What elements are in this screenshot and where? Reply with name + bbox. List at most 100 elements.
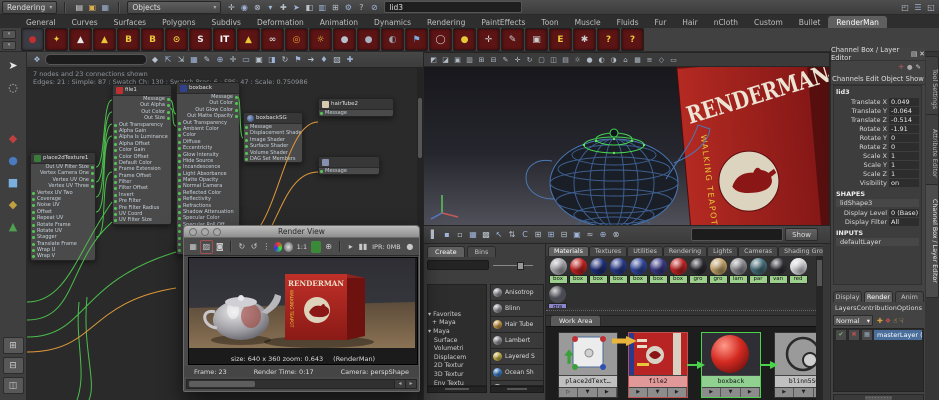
move-layer-up-icon[interactable]: ☝ [893,317,897,325]
viewport-toolbar-icon[interactable]: ▭ [668,54,679,65]
node-editor-toolbar-icon[interactable]: ➔ [305,54,317,66]
hypershade-toolbar-icon[interactable]: ⊟ [558,229,570,241]
snap-icon[interactable]: ? [355,1,367,13]
snap-icon[interactable]: ✚ [277,1,289,13]
shelf-tab[interactable]: Surfaces [106,16,154,28]
selection-mask-selector[interactable]: Objects▾ [127,1,221,14]
shelf-icon[interactable]: ● [21,28,44,51]
rgb-channels-icon[interactable] [274,242,283,252]
channel-value-field[interactable]: 0 (Base) [889,209,919,217]
browser-tab[interactable]: Textures [589,246,627,256]
node-editor-toolbar-icon[interactable]: ⚑ [292,54,304,66]
layer-editor-tab[interactable]: Display [833,291,862,302]
channel-name[interactable]: Translate X [836,98,889,106]
node-editor-toolbar-icon[interactable]: ⊕ [214,54,226,66]
shelf-tab[interactable]: Subdivs [203,16,248,28]
shelf-icon[interactable]: ◐ [381,28,404,51]
work-node-place2d[interactable]: place2dText… ▷▼▶ [558,332,618,398]
hypershade-toolbar-icon[interactable]: ⊕ [597,229,609,241]
quick-select-icon[interactable]: ◆ [4,195,22,213]
tool-icon[interactable]: ◌ [4,78,22,96]
render-view-hscrollbar[interactable]: ◂ ▸ [186,379,417,389]
shelf-tab[interactable]: General [18,16,64,28]
node-misc[interactable]: Message [318,156,380,175]
shelf-tab[interactable]: Toon [533,16,566,28]
hypershade-toolbar-icon[interactable]: ⊞ [532,229,544,241]
snap-icon[interactable]: ◉ [238,1,250,13]
shelf-tab[interactable]: Bullet [791,16,829,28]
browser-tab[interactable]: Rendering [663,246,707,256]
shelf-icon[interactable]: ● [453,28,476,51]
scroll-right-icon[interactable]: ▸ [405,380,416,388]
viewport-toolbar-icon[interactable]: ✛ [512,54,523,65]
expand-left-icon[interactable]: ▷ [559,388,578,397]
hypershade-toolbar-icon[interactable]: ▣ [571,229,583,241]
viewport-toolbar-icon[interactable]: ⌂ [620,54,631,65]
viewport-toolbar-icon[interactable]: ▣ [452,54,463,65]
expand-right-icon[interactable]: ▶ [598,388,617,397]
channel-value-field[interactable]: All [889,218,919,226]
shelf-tab[interactable]: PaintEffects [473,16,533,28]
browser-tab[interactable]: Utilities [627,246,663,256]
membership-toggle[interactable]: ▦ [861,329,873,341]
snap-icon[interactable]: ⊞ [329,1,341,13]
node-editor-toolbar-icon[interactable]: ◨ [266,54,278,66]
pause-ipr-icon[interactable]: ▮▮ [358,241,368,253]
tree-hscrollbar[interactable] [427,386,487,393]
channel-name[interactable]: Translate Z [836,116,889,124]
channel-name[interactable]: Translate Y [836,107,889,115]
shape-name[interactable]: lidShape3 [836,199,919,207]
viewport-toolbar-icon[interactable]: ↻ [524,54,535,65]
layer-editor-menu[interactable]: Options [897,304,922,312]
create-filter-input[interactable] [427,260,489,270]
renderman-box[interactable]: RENDERMAN WALKING TEAPOT 100% Artificial [676,67,829,225]
perspective-viewport[interactable]: ◩◪▣▥⊞⊟✎✛↻▢◫▤☼●◐◑⌂▦≡◇▭ RENDERMAN WALKING … [423,52,830,226]
shelf-icon[interactable]: B [117,28,140,51]
hypershade-toolbar-icon[interactable]: C [519,229,531,241]
create-tree-item[interactable]: 3D Textur [428,371,486,380]
snap-icon[interactable]: ⊘ [368,1,380,13]
material-swatch[interactable]: van [769,258,788,284]
shelf-tab[interactable]: Hair [674,16,705,28]
expand-left-icon[interactable]: ▶ [702,388,721,397]
work-area[interactable]: place2dText… ▷▼▶ file2 [546,326,816,400]
channel-value-field[interactable]: 1 [889,161,919,169]
viewport-toolbar-icon[interactable]: ▢ [536,54,547,65]
channel-name[interactable]: Scale Z [836,170,889,178]
material-swatch[interactable]: box [569,258,588,284]
channel-value-field[interactable]: 1 [889,170,919,178]
layer-editor-menu[interactable]: Contribution [857,304,897,312]
shelf-icon[interactable]: ◯ [429,28,452,51]
node-editor-toolbar-icon[interactable]: ▦ [188,54,200,66]
redo-render-icon[interactable]: ↻ [237,241,247,253]
work-node-file2[interactable]: file2 ▶▼▶ [628,332,688,398]
material-swatch-selected[interactable]: gra [548,286,567,308]
snap-icon[interactable]: ⚙ [342,1,354,13]
quick-select-icon[interactable]: ▲ [4,217,22,235]
panel-toggle-icon[interactable]: ◰ [899,1,911,13]
panel-toggle-icon[interactable]: ◱ [925,1,937,13]
shelf-icon[interactable]: ◎ [285,28,308,51]
tab-channel-box[interactable]: Channel Box / Layer Editor [926,184,939,298]
browser-tab[interactable]: Cameras [738,246,778,256]
minimize-icon[interactable] [201,228,209,236]
expand-right-icon[interactable]: ▶ [668,388,687,397]
node-attribute-row[interactable]: Message [319,168,379,174]
node-editor-toolbar-icon[interactable]: ◆ [149,54,161,66]
hypershade-toolbar-icon[interactable]: ▫ [454,229,466,241]
maximize-icon[interactable] [213,228,221,236]
expand-down-icon[interactable]: ▼ [578,388,597,397]
shelf-tab[interactable]: Curves [64,16,106,28]
material-swatch[interactable]: box [589,258,608,284]
viewport-toolbar-icon[interactable]: ☼ [572,54,583,65]
shelf-tab[interactable]: Deformation [249,16,312,28]
channel-value-field[interactable]: -0.064 [889,107,919,115]
expand-left-icon[interactable]: ▶ [629,388,648,397]
node-attribute-row[interactable]: Message [319,110,393,116]
quick-select-icon[interactable]: ● [4,151,22,169]
shelf-icon[interactable]: ? [597,28,620,51]
layout-button[interactable]: ⊟ [3,357,24,374]
channel-value-field[interactable]: -1.91 [889,125,919,133]
create-material-button[interactable]: Blinn [491,301,543,317]
viewport-toolbar-icon[interactable]: ⊞ [476,54,487,65]
